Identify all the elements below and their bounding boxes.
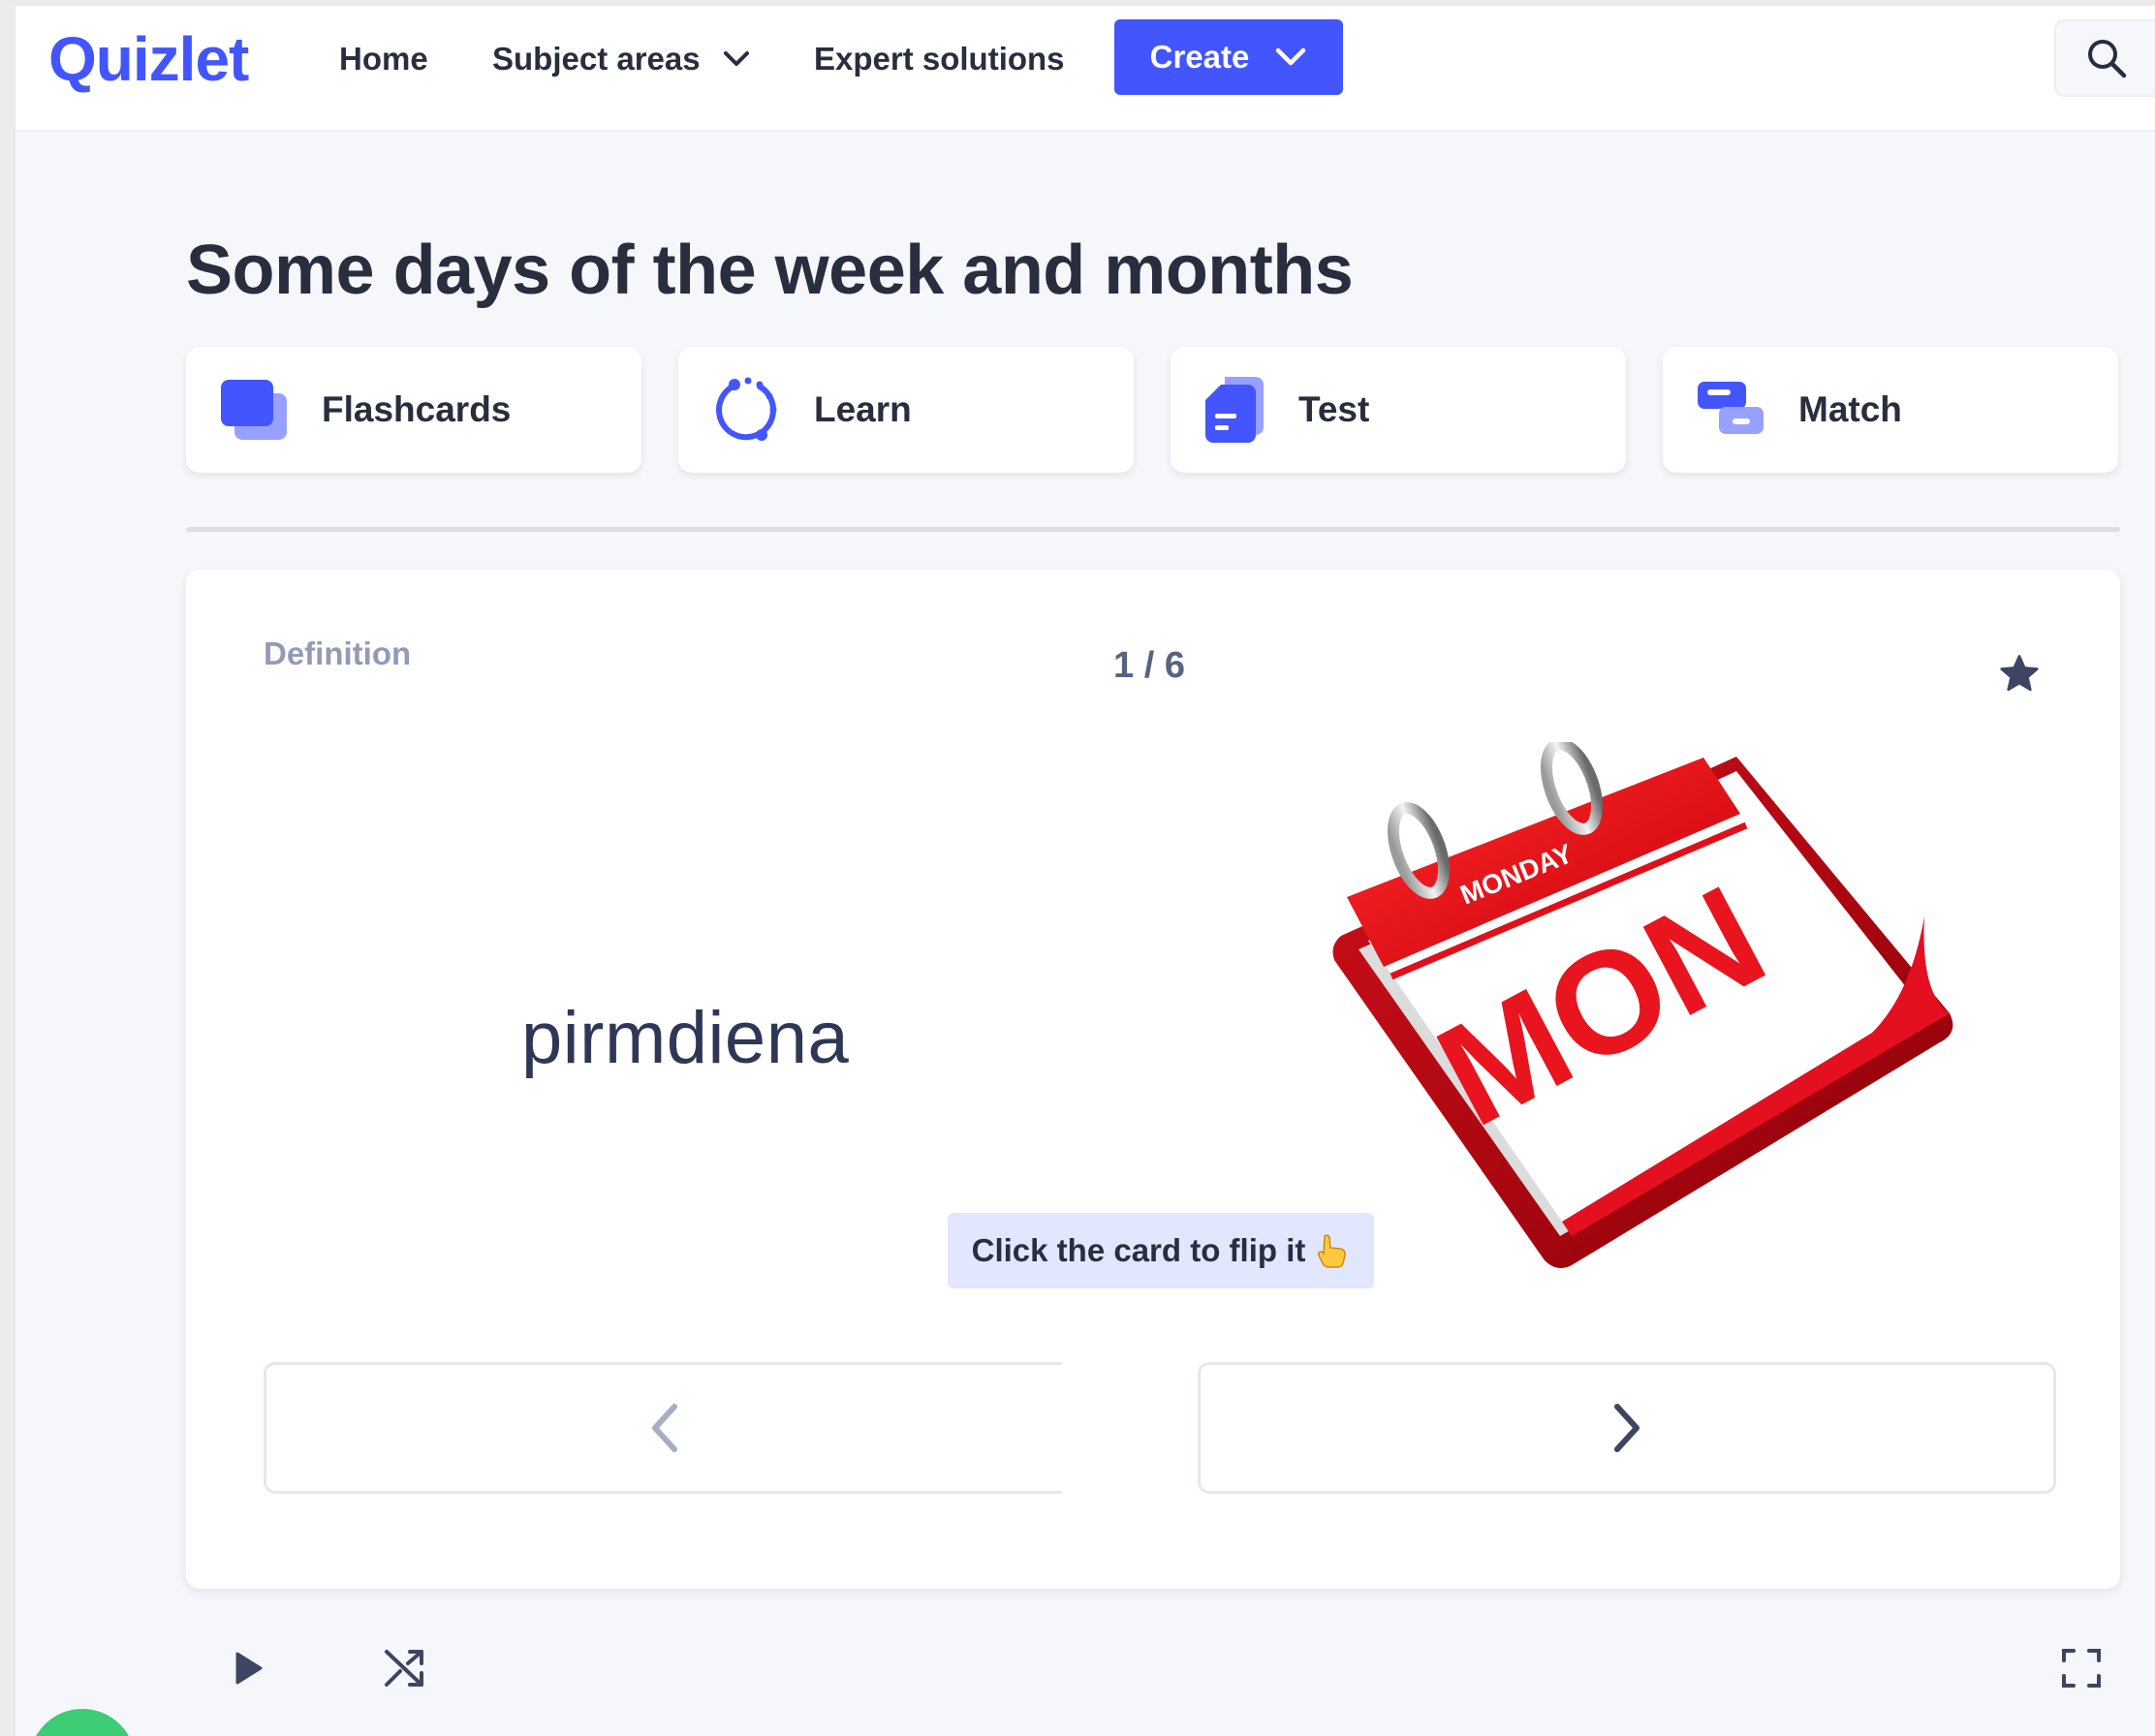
shuffle-button[interactable]	[378, 1641, 432, 1695]
nav-subject-areas-dropdown[interactable]: Subject areas	[492, 41, 751, 78]
flashcard[interactable]: Definition 1 / 6 pirmdiena MONDAY MON Cl…	[186, 570, 2120, 1589]
test-icon	[1205, 377, 1264, 443]
card-counter: 1 / 6	[1113, 645, 1185, 686]
card-term: pirmdiena	[521, 997, 850, 1079]
create-button[interactable]: Create	[1114, 19, 1343, 95]
chevron-down-icon	[723, 51, 749, 66]
mode-learn-label: Learn	[814, 389, 912, 429]
next-card-button[interactable]	[1198, 1362, 2056, 1494]
section-divider	[186, 527, 2120, 532]
mode-match-label: Match	[1798, 389, 1902, 429]
fullscreen-button[interactable]	[2054, 1641, 2108, 1695]
flashcards-icon	[221, 380, 287, 440]
flip-hint: Click the card to flip it	[948, 1213, 1374, 1288]
mode-match-button[interactable]: Match	[1663, 347, 2118, 473]
play-button[interactable]	[221, 1641, 275, 1695]
shuffle-icon	[385, 1650, 423, 1687]
chevron-down-icon	[1276, 47, 1306, 66]
flip-hint-label: Click the card to flip it	[971, 1232, 1306, 1268]
star-icon[interactable]	[1998, 653, 2041, 696]
mode-learn-button[interactable]: Learn	[678, 347, 1134, 473]
nav-expert-solutions-label: Expert solutions	[814, 41, 1065, 77]
match-icon	[1698, 382, 1764, 434]
nav-home-link[interactable]: Home	[339, 41, 428, 78]
nav-home-label: Home	[339, 41, 428, 77]
browser-frame: Quizlet Home Subject areas Expert soluti…	[0, 0, 2155, 1736]
create-button-label: Create	[1149, 39, 1250, 75]
nav-subject-areas-label: Subject areas	[492, 41, 701, 77]
play-icon	[235, 1652, 263, 1685]
mode-flashcards-button[interactable]: Flashcards	[186, 347, 641, 473]
chevron-left-icon	[651, 1404, 677, 1452]
quizlet-logo[interactable]: Quizlet	[48, 23, 249, 95]
calendar-image: MONDAY MON	[1332, 742, 1953, 1269]
search-button[interactable]	[2054, 19, 2155, 97]
mode-flashcards-label: Flashcards	[322, 389, 512, 429]
page: Quizlet Home Subject areas Expert soluti…	[16, 6, 2155, 1736]
help-widget-button[interactable]	[29, 1709, 136, 1736]
set-title: Some days of the week and months	[186, 232, 1354, 309]
fullscreen-icon	[2062, 1649, 2101, 1688]
pointing-hand-icon	[1318, 1234, 1347, 1268]
mode-test-button[interactable]: Test	[1171, 347, 1626, 473]
learn-icon	[716, 377, 777, 441]
nav-expert-solutions-link[interactable]: Expert solutions	[814, 41, 1065, 78]
search-icon	[2088, 40, 2127, 78]
mode-test-label: Test	[1298, 389, 1370, 429]
top-navigation: Quizlet Home Subject areas Expert soluti…	[16, 6, 2155, 132]
previous-card-button[interactable]	[264, 1362, 1062, 1494]
chevron-right-icon	[1614, 1404, 1640, 1452]
